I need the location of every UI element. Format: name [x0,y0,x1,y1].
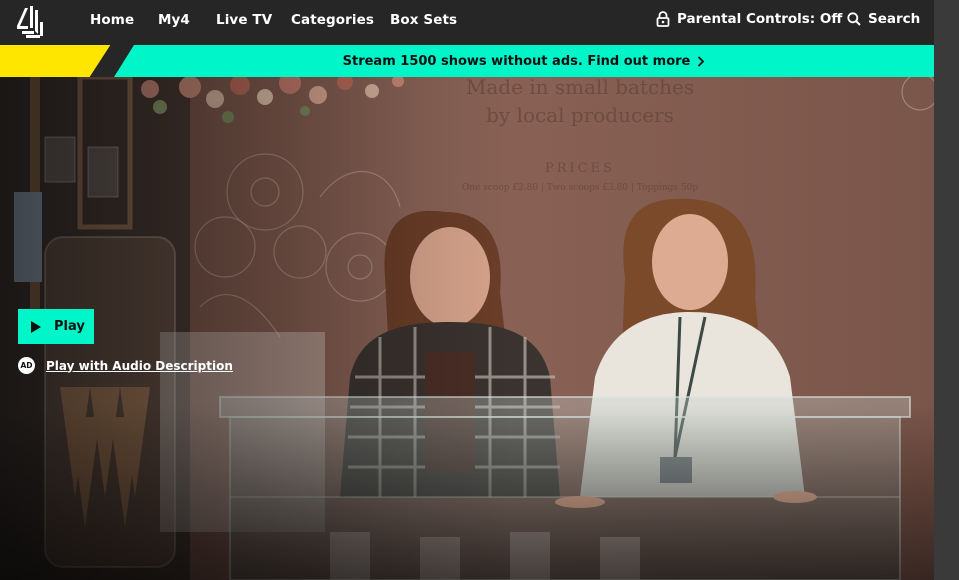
parental-controls-label: Parental Controls: Off [677,11,843,27]
programme-page: Home My4 Live TV Categories Box Sets Par… [0,0,934,580]
search-button[interactable]: Search [847,11,920,27]
top-navigation: Home My4 Live TV Categories Box Sets Par… [0,0,934,45]
promo-banner-text: Stream 1500 shows without ads. Find out … [342,53,691,69]
nav-my4[interactable]: My4 [158,12,190,28]
parental-controls-button[interactable]: Parental Controls: Off [656,11,842,27]
nav-categories[interactable]: Categories [291,12,374,28]
play-button-label: Play [54,319,85,334]
nav-live-tv[interactable]: Live TV [216,12,272,28]
glass-counter [219,396,911,580]
nav-box-sets[interactable]: Box Sets [390,12,457,28]
wall-sign-line-1: Made in small batches [465,77,695,99]
audio-description-icon: AD [18,357,35,374]
play-button[interactable]: Play [18,309,94,344]
search-icon [847,12,861,26]
promo-banner: Stream 1500 shows without ads. Find out … [0,45,934,77]
search-label: Search [868,11,921,27]
prices-heading: PRICES [544,161,615,176]
hero-scene [0,77,934,580]
play-icon [31,320,41,333]
promo-banner-link[interactable]: Stream 1500 shows without ads. Find out … [114,45,934,77]
audio-description-button[interactable]: AD Play with Audio Description [18,357,233,374]
app-window: Home My4 Live TV Categories Box Sets Par… [0,0,959,580]
chevron-right-icon [698,55,705,67]
channel-4-logo-icon[interactable] [16,4,44,40]
audio-description-label: Play with Audio Description [46,358,233,373]
nav-home[interactable]: Home [90,12,134,28]
wall-sign-line-2: by local producers [486,103,674,127]
hero-image: Made in small batches by local producers… [0,77,934,580]
lock-icon [656,11,670,27]
prices-detail: One scoop £2.80 | Two scoops £3.80 | Top… [461,183,699,193]
page-scrollbar[interactable] [934,0,959,580]
